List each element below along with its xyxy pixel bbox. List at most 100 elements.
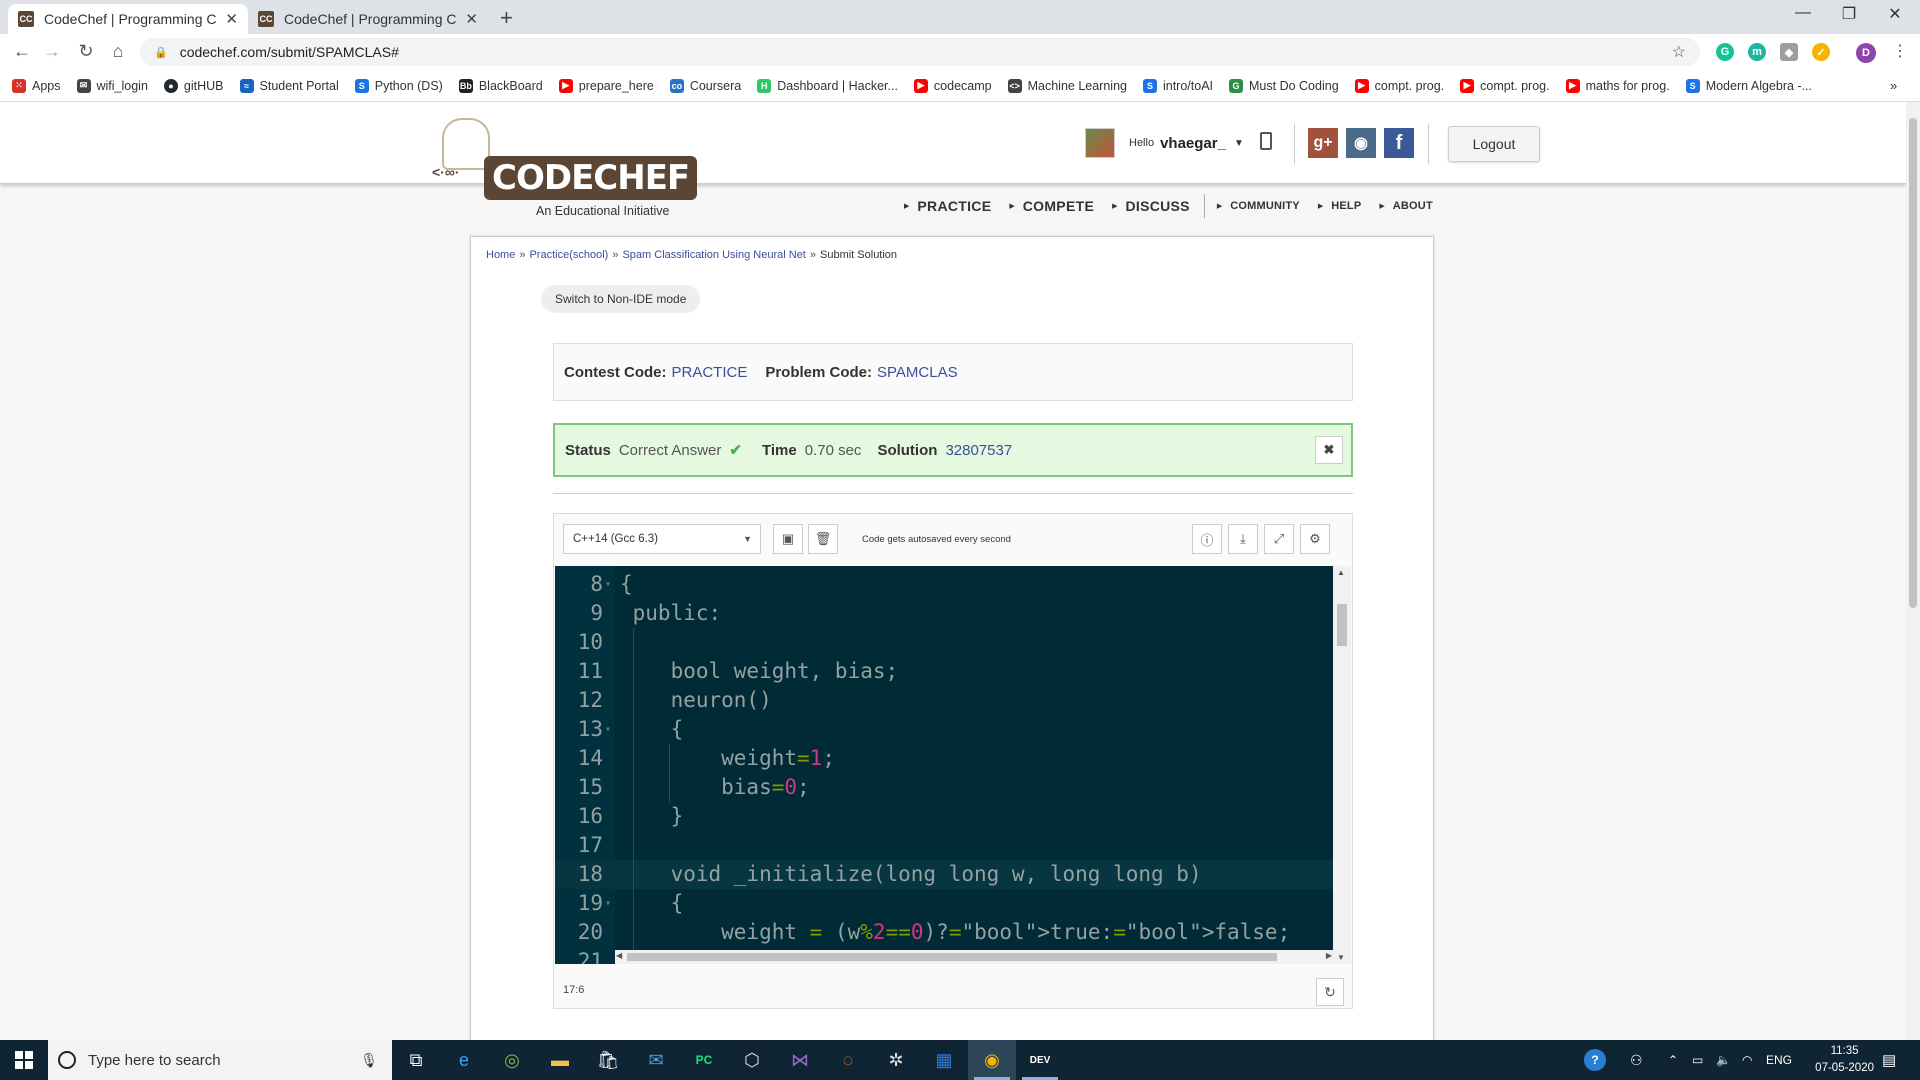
scrollbar-thumb[interactable] [1337, 604, 1347, 646]
codechef-logo[interactable]: <·∞· CODECHEF An Educational Initiative [432, 118, 698, 218]
code-line[interactable]: 17 [555, 831, 1333, 860]
close-tab-icon[interactable]: ✕ [465, 10, 478, 28]
page-vertical-scrollbar[interactable] [1906, 102, 1920, 1040]
file-explorer-icon[interactable]: ▬ [536, 1040, 584, 1080]
code-line[interactable]: 18 void _initialize(long long w, long lo… [555, 860, 1333, 889]
bookmark-blackboard[interactable]: Bb BlackBoard [458, 78, 543, 93]
bookmark-hackerrank[interactable]: H Dashboard | Hacker... [757, 78, 898, 93]
problem-code-link[interactable]: SPAMCLAS [877, 364, 958, 381]
forward-arrow-icon[interactable]: → [40, 41, 64, 62]
back-arrow-icon[interactable]: ← [10, 41, 34, 62]
info-icon[interactable]: ⓘ [1192, 524, 1222, 554]
battery-icon[interactable]: ▭ [1692, 1040, 1703, 1080]
code-line[interactable]: 19 ▾ { [555, 889, 1333, 918]
notification-document-icon[interactable] [1260, 132, 1272, 150]
bookmark-prepare-here[interactable]: ▶ prepare_here [558, 78, 654, 93]
notifications-icon[interactable]: ▤ [1882, 1040, 1896, 1080]
chrome-icon[interactable]: ◉ [968, 1040, 1016, 1080]
google-plus-icon[interactable]: g+ [1308, 128, 1338, 158]
extension-check-icon[interactable]: ✓ [1812, 43, 1830, 61]
contest-code-link[interactable]: PRACTICE [672, 364, 748, 381]
bookmark-wifi-login[interactable]: ✉ wifi_login [76, 78, 148, 93]
speaker-icon[interactable]: 🔈 [1716, 1040, 1731, 1080]
anaconda-icon[interactable]: ◎ [488, 1040, 536, 1080]
bookmark-machine-learning[interactable]: <> Machine Learning [1007, 78, 1127, 93]
url-field[interactable]: 🔒 codechef.com/submit/SPAMCLAS# ☆ [140, 38, 1700, 66]
bookmark-star-icon[interactable]: ☆ [1672, 42, 1686, 62]
code-line[interactable]: 11 bool weight, bias; [555, 657, 1333, 686]
close-tab-icon[interactable]: ✕ [225, 10, 238, 28]
editor-horizontal-scrollbar[interactable]: ◀ ▶ [615, 950, 1333, 964]
bookmark-github[interactable]: ● gitHUB [163, 78, 224, 93]
github-icon[interactable]: ◉ [1346, 128, 1376, 158]
breadcrumb-practice-school[interactable]: Practice(school) [529, 249, 608, 261]
bookmark-python-ds[interactable]: S Python (DS) [354, 78, 443, 93]
refresh-icon[interactable]: ↻ [1316, 978, 1344, 1006]
nav-community[interactable]: ▶ COMMUNITY [1217, 200, 1300, 212]
close-window-icon[interactable]: ✕ [1872, 4, 1918, 24]
bookmark-must-do-coding[interactable]: G Must Do Coding [1229, 78, 1339, 93]
scrollbar-thumb[interactable] [627, 953, 1277, 961]
wifi-icon[interactable]: ◠ [1742, 1040, 1752, 1080]
pycharm-icon[interactable]: PC [680, 1040, 728, 1080]
solution-id-link[interactable]: 32807537 [945, 442, 1012, 459]
fold-arrow-icon[interactable]: ▾ [605, 570, 611, 599]
fullscreen-expand-icon[interactable]: ⤢ [1264, 524, 1294, 554]
chevron-up-icon[interactable]: ⌃ [1668, 1040, 1678, 1080]
scroll-up-arrow-icon[interactable]: ▲ [1337, 568, 1345, 577]
code-line[interactable]: 16 } [555, 802, 1333, 831]
visual-studio-icon[interactable]: ⋈ [776, 1040, 824, 1080]
edge-browser-icon[interactable]: e [440, 1040, 488, 1080]
browser-tab[interactable]: CC CodeChef | Programming Compe ✕ [248, 4, 488, 34]
windows-app-icon[interactable]: ▦ [920, 1040, 968, 1080]
gear-app-icon[interactable]: ✲ [872, 1040, 920, 1080]
browser-tab-active[interactable]: CC CodeChef | Programming Compe ✕ [8, 4, 248, 34]
bookmark-coursera[interactable]: co Coursera [669, 78, 741, 93]
bookmark-codecamp[interactable]: ▶ codecamp [913, 78, 992, 93]
grammarly-extension-icon[interactable]: G [1716, 43, 1734, 61]
reload-icon[interactable]: ↻ [74, 41, 98, 62]
extension-m-icon[interactable]: m [1748, 43, 1766, 61]
chevron-down-icon[interactable]: ▼ [1234, 138, 1244, 149]
code-line[interactable]: 14 weight=1; [555, 744, 1333, 773]
nav-compete[interactable]: ▶ COMPETE [1009, 198, 1094, 214]
logout-button[interactable]: Logout [1448, 126, 1540, 162]
scroll-right-arrow-icon[interactable]: ▶ [1326, 951, 1332, 960]
profile-avatar[interactable]: D [1856, 43, 1876, 63]
download-icon[interactable]: ⤓ [1228, 524, 1258, 554]
user-avatar[interactable] [1085, 128, 1115, 158]
code-line[interactable]: 20 weight = (w%2==0)?="bool">true:="bool… [555, 918, 1333, 947]
editor-vertical-scrollbar[interactable]: ▲ ▼ [1333, 566, 1351, 964]
username[interactable]: vhaegar_ [1160, 135, 1226, 152]
trash-icon[interactable]: 🗑 [808, 524, 838, 554]
nav-practice[interactable]: ▶ PRACTICE [904, 198, 991, 214]
code-line[interactable]: 10 [555, 628, 1333, 657]
bookmark-maths-for-prog[interactable]: ▶ maths for prog. [1565, 78, 1670, 93]
home-icon[interactable]: ⌂ [106, 41, 130, 62]
facebook-icon[interactable]: f [1384, 128, 1414, 158]
input-language[interactable]: ENG [1766, 1040, 1792, 1080]
people-icon[interactable]: ⚇ [1630, 1040, 1643, 1080]
taskbar-clock[interactable]: 11:35 07-05-2020 [1815, 1043, 1874, 1077]
extension-puzzle-icon[interactable]: ◆ [1780, 43, 1798, 61]
bookmark-intro-to-ai[interactable]: Sintro/toAI [1142, 78, 1213, 93]
restore-window-icon[interactable]: ❐ [1826, 4, 1872, 24]
jupyter-icon[interactable]: ◌ [824, 1040, 872, 1080]
microphone-icon[interactable]: 🎙 [360, 1052, 378, 1069]
language-select[interactable]: C++14 (Gcc 6.3) ▼ [563, 524, 761, 554]
fold-arrow-icon[interactable]: ▾ [605, 889, 611, 918]
scroll-down-arrow-icon[interactable]: ▼ [1337, 953, 1345, 962]
code-line[interactable]: 13 ▾ { [555, 715, 1333, 744]
close-status-icon[interactable]: ✖ [1315, 436, 1343, 464]
task-view-icon[interactable]: ⧉ [392, 1040, 440, 1080]
bookmark-compt-prog-2[interactable]: ▶ compt. prog. [1460, 78, 1550, 93]
chrome-menu-icon[interactable]: ⋮ [1888, 41, 1912, 61]
start-button[interactable] [0, 1040, 48, 1080]
fold-arrow-icon[interactable]: ▾ [605, 715, 611, 744]
taskbar-search-field[interactable]: Type here to search 🎙 [48, 1040, 392, 1080]
scroll-left-arrow-icon[interactable]: ◀ [616, 951, 622, 960]
nav-help[interactable]: ▶ HELP [1318, 200, 1362, 212]
scrollbar-thumb[interactable] [1909, 118, 1917, 608]
nav-about[interactable]: ▶ ABOUT [1379, 200, 1433, 212]
bookmark-modern-algebra[interactable]: S Modern Algebra -... [1685, 78, 1812, 93]
